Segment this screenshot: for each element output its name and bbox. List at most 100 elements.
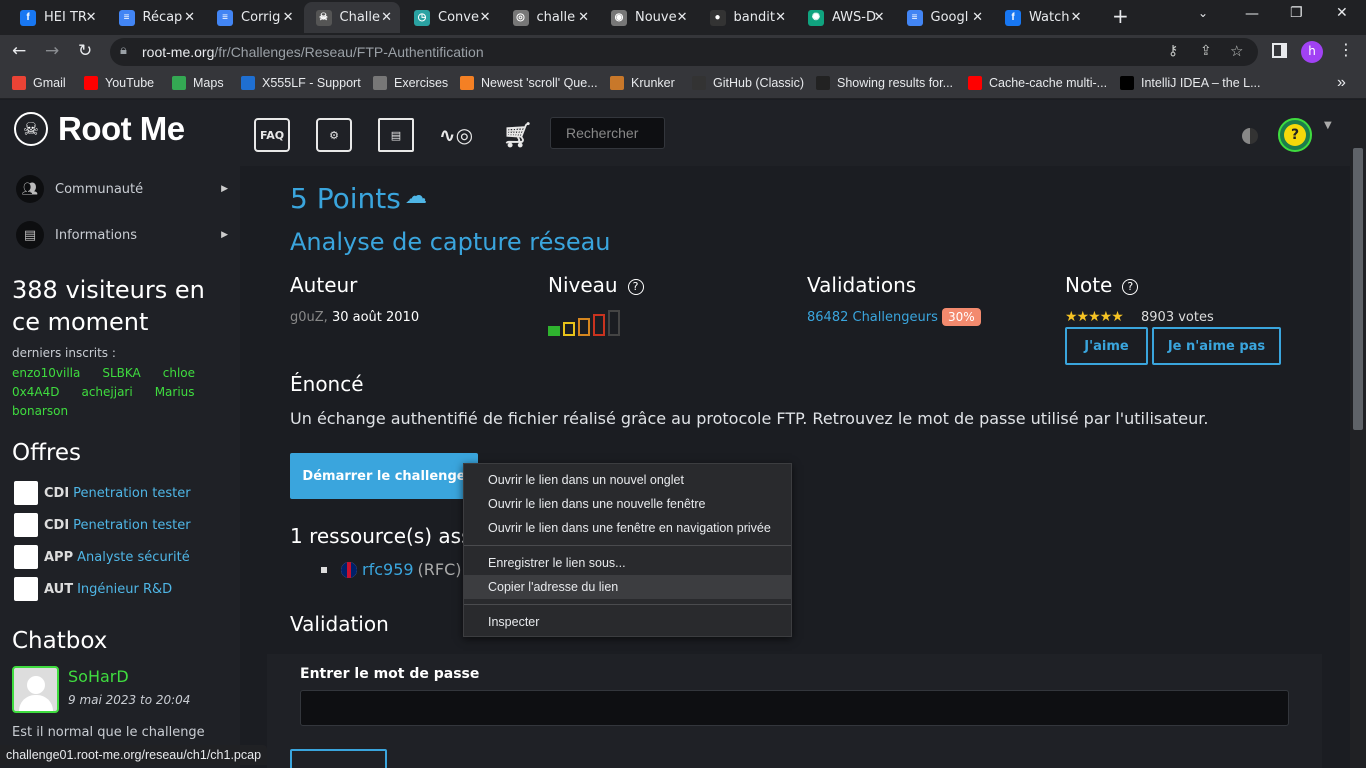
author-name[interactable]: g0uZ,: [290, 310, 328, 325]
shop-icon[interactable]: 🛒︎: [500, 118, 536, 152]
forward-icon[interactable]: →: [45, 41, 59, 61]
sidebar-item-informations[interactable]: ▤ Informations ▶: [16, 221, 228, 249]
minimize-icon[interactable]: —: [1245, 6, 1259, 22]
browser-tab[interactable]: ● bandit ✕: [698, 2, 795, 33]
profile-avatar[interactable]: h: [1301, 41, 1323, 63]
bookmark-item[interactable]: Newest 'scroll' Que...: [460, 76, 598, 90]
offer-link[interactable]: Ingénieur R&D: [77, 582, 172, 597]
close-tab-icon[interactable]: ✕: [184, 10, 195, 25]
bookmark-item[interactable]: Maps: [172, 76, 224, 90]
menu-item-open-new-tab[interactable]: Ouvrir le lien dans un nouvel onglet: [464, 468, 791, 492]
close-window-icon[interactable]: ✕: [1336, 5, 1348, 21]
recent-user-link[interactable]: SLBKA: [102, 366, 140, 380]
offer-link[interactable]: Penetration tester: [73, 518, 190, 533]
close-tab-icon[interactable]: ✕: [775, 10, 786, 25]
new-tab-button[interactable]: +: [1112, 4, 1129, 28]
browser-tab[interactable]: ≡ Corrig ✕: [205, 2, 302, 33]
share-icon[interactable]: ⇪: [1200, 43, 1212, 59]
bookmark-item[interactable]: Cache-cache multi-...: [968, 76, 1107, 90]
offer-link[interactable]: Analyste sécurité: [77, 550, 190, 565]
help-icon[interactable]: ?: [1122, 278, 1139, 295]
challenge-category[interactable]: Analyse de capture réseau: [290, 228, 611, 256]
back-icon[interactable]: ←: [12, 41, 26, 61]
close-tab-icon[interactable]: ✕: [86, 10, 97, 25]
recent-user-link[interactable]: bonarson: [12, 404, 68, 418]
recent-user-link[interactable]: 0x4A4D: [12, 385, 59, 399]
recent-user-link[interactable]: Marius: [155, 385, 195, 399]
menu-item-save-link[interactable]: Enregistrer le lien sous...: [464, 551, 791, 575]
sidebar-item-community[interactable]: 👥︎ Communauté ▶: [16, 175, 228, 203]
menu-item-open-incognito[interactable]: Ouvrir le lien dans une fenêtre en navig…: [464, 516, 791, 540]
menu-item-open-new-window[interactable]: Ouvrir le lien dans une nouvelle fenêtre: [464, 492, 791, 516]
like-button[interactable]: J'aime: [1065, 327, 1148, 365]
recent-user-link[interactable]: achejjari: [81, 385, 132, 399]
password-input[interactable]: [300, 690, 1289, 726]
browser-tab[interactable]: ◉ Nouve ✕: [599, 2, 696, 33]
browser-tab[interactable]: ✺ AWS-D ✕: [796, 2, 893, 33]
recent-user-link[interactable]: enzo10villa: [12, 366, 80, 380]
close-tab-icon[interactable]: ✕: [874, 10, 885, 25]
browser-tab[interactable]: ☠ Challe ✕: [303, 2, 400, 33]
offer-item[interactable]: CDI Penetration tester: [14, 513, 191, 537]
validations-link[interactable]: 86482 Challengeurs: [807, 310, 938, 325]
menu-icon[interactable]: ⋮: [1338, 40, 1354, 59]
address-bar[interactable]: 🔒︎ root-me.org/fr/Challenges/Reseau/FTP-…: [110, 38, 1258, 66]
close-tab-icon[interactable]: ✕: [972, 10, 983, 25]
recent-user-link[interactable]: chloe: [163, 366, 195, 380]
browser-tab[interactable]: ≡ Googl ✕: [895, 2, 992, 33]
challenges-icon[interactable]: ⚙: [316, 118, 352, 152]
bookmark-item[interactable]: Exercises: [373, 76, 448, 90]
scrollbar-thumb[interactable]: [1353, 148, 1363, 430]
rootme-logo[interactable]: ☠ Root Me: [14, 110, 185, 148]
browser-tab[interactable]: ≡ Récap ✕: [107, 2, 204, 33]
close-tab-icon[interactable]: ✕: [381, 10, 392, 25]
theme-toggle-icon[interactable]: [1242, 128, 1258, 144]
chat-avatar[interactable]: [12, 666, 59, 713]
more-bookmarks-icon[interactable]: »: [1337, 74, 1346, 92]
search-input[interactable]: Rechercher: [550, 117, 665, 149]
reload-icon[interactable]: ↻: [78, 41, 92, 61]
start-challenge-button[interactable]: Démarrer le challenge: [290, 453, 478, 499]
documentation-icon[interactable]: ▤: [378, 118, 414, 152]
google-docs-icon: ≡: [217, 9, 233, 26]
bookmark-item[interactable]: X555LF - Support: [241, 76, 361, 90]
offer-link[interactable]: Penetration tester: [73, 486, 190, 501]
bookmark-item[interactable]: YouTube: [84, 76, 154, 90]
offer-item[interactable]: AUT Ingénieur R&D: [14, 577, 172, 601]
offer-item[interactable]: CDI Penetration tester: [14, 481, 191, 505]
offer-item[interactable]: APP Analyste sécurité: [14, 545, 190, 569]
chevron-down-icon[interactable]: ▼: [1324, 120, 1332, 131]
sidepanel-icon[interactable]: [1272, 43, 1287, 58]
browser-tab[interactable]: f Watch ✕: [993, 2, 1090, 33]
restore-icon[interactable]: ❐: [1290, 5, 1303, 21]
browser-tab[interactable]: f HEI TR ✕: [8, 2, 105, 33]
dislike-button[interactable]: Je n'aime pas: [1152, 327, 1281, 365]
help-icon[interactable]: ?: [627, 278, 644, 295]
menu-item-copy-link[interactable]: Copier l'adresse du lien: [464, 575, 791, 599]
close-tab-icon[interactable]: ✕: [283, 10, 294, 25]
close-tab-icon[interactable]: ✕: [677, 10, 688, 25]
menu-item-inspect[interactable]: Inspecter: [464, 610, 791, 634]
resource-link[interactable]: rfc959: [362, 560, 414, 579]
bookmark-item[interactable]: Gmail: [12, 76, 66, 90]
chat-username[interactable]: SoHarD: [68, 667, 129, 686]
key-icon[interactable]: ⚷: [1168, 43, 1178, 59]
radar-icon[interactable]: ∿◎: [438, 118, 474, 152]
bookmark-item[interactable]: Krunker: [610, 76, 675, 90]
close-tab-icon[interactable]: ✕: [1071, 10, 1082, 25]
bookmark-item[interactable]: IntelliJ IDEA – the L...: [1120, 76, 1261, 90]
bookmark-item[interactable]: GitHub (Classic): [692, 76, 804, 90]
browser-tab[interactable]: ◷ Conve ✕: [402, 2, 499, 33]
submit-button[interactable]: [290, 749, 387, 768]
page-scrollbar[interactable]: [1350, 100, 1366, 768]
star-icon[interactable]: ☆: [1230, 42, 1243, 60]
bookmark-label: Maps: [193, 76, 224, 90]
url-path: /fr/Challenges/Reseau/FTP-Authentificati…: [214, 44, 484, 60]
tab-search-icon[interactable]: ⌄: [1198, 6, 1208, 20]
browser-tab[interactable]: ◎ challe ✕: [501, 2, 598, 33]
faq-icon[interactable]: FAQ: [254, 118, 290, 152]
bookmark-item[interactable]: Showing results for...: [816, 76, 953, 90]
user-avatar[interactable]: ?: [1278, 118, 1312, 152]
close-tab-icon[interactable]: ✕: [578, 10, 589, 25]
close-tab-icon[interactable]: ✕: [480, 10, 491, 25]
